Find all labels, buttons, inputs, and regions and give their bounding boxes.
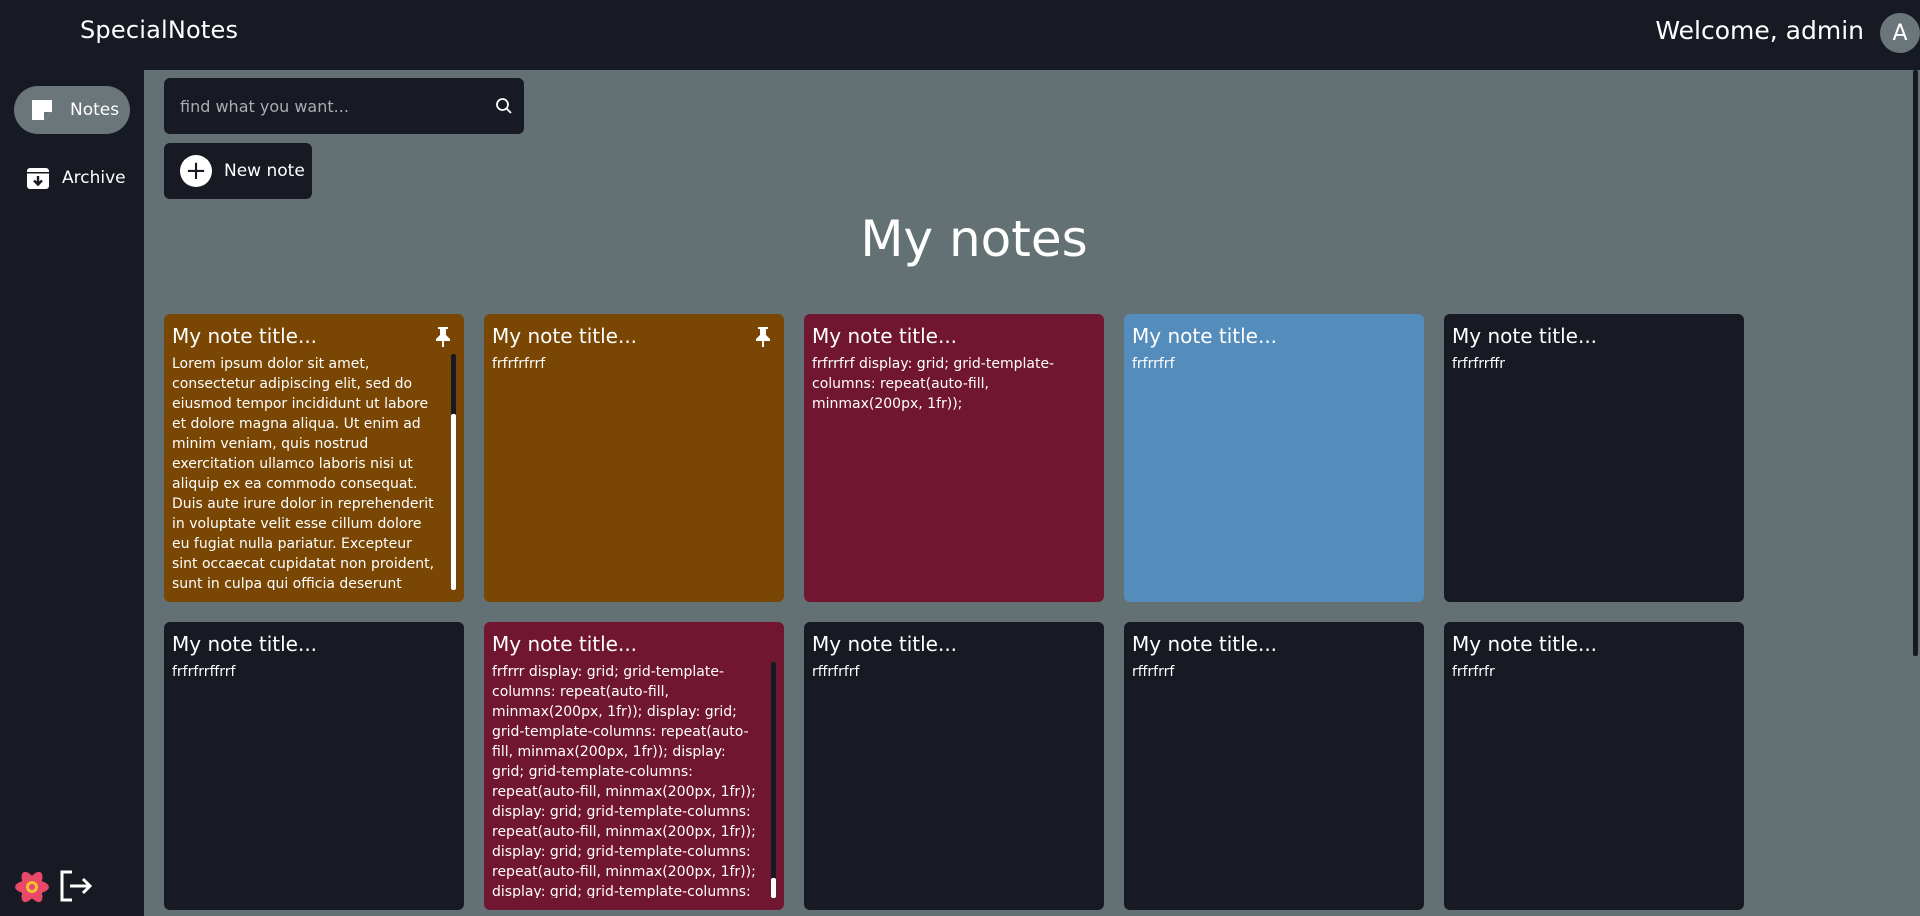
new-note-label: New note [224,161,305,181]
note-title: My note title... [1452,324,1598,348]
avatar[interactable]: A [1880,13,1920,53]
note-title: My note title... [812,632,958,656]
note-card[interactable]: My note title... frfrrr display: grid; gr… [484,622,784,910]
note-icon [28,96,56,124]
note-body: Lorem ipsum dolor sit amet, consectetur … [172,356,435,590]
sidebar-item-notes[interactable]: Notes [14,86,130,134]
welcome-text: Welcome, admin [1655,16,1864,45]
note-card[interactable]: My note title... frfrfrrffrrf [164,622,464,910]
note-body: rffrfrfrf [812,664,860,680]
new-note-button[interactable]: + New note [164,143,312,199]
note-card[interactable]: My note title... Lorem ipsum dolor sit am… [164,314,464,602]
note-body: frfrfrrffrrf [172,664,236,680]
page-title: My notes [860,210,1088,268]
top-bar: SpecialNotes Welcome, admin A [0,0,1920,70]
note-body: frfrrfrf display: grid; grid-template-co… [812,356,1055,412]
note-card[interactable]: My note title... rffrfrfrf [804,622,1104,910]
pin-icon[interactable] [434,326,452,348]
note-body: rffrfrrf [1132,664,1175,680]
search-icon[interactable] [494,96,514,116]
note-body: frfrrfrf [1132,356,1175,372]
pin-icon[interactable] [754,326,772,348]
note-scrollbar-thumb[interactable] [771,878,776,898]
sidebar-item-label: Archive [62,168,126,188]
note-card[interactable]: My note title... frfrfrfr [1444,622,1744,910]
logout-icon[interactable] [56,866,96,906]
sidebar-bottom [12,866,96,906]
react-logo-icon [12,866,52,906]
note-body: frfrfrfr [1452,664,1495,680]
note-title: My note title... [172,632,318,656]
archive-icon [24,164,52,192]
sidebar-item-label: Notes [70,100,120,120]
main-content: + New note My notes My note title... Lore… [144,70,1910,916]
note-title: My note title... [1452,632,1598,656]
note-card[interactable]: My note title... frfrrfrf display: grid; … [804,314,1104,602]
note-title: My note title... [1132,632,1278,656]
app-title[interactable]: SpecialNotes [80,16,238,44]
note-title: My note title... [1132,324,1278,348]
note-title: My note title... [492,324,638,348]
note-title: My note title... [812,324,958,348]
note-title: My note title... [172,324,318,348]
note-body: frfrfrfrrf [492,356,546,372]
sidebar-item-archive[interactable]: Archive [14,154,130,202]
sidebar: Notes Archive [0,70,144,916]
note-body: frfrrr display: grid; grid-template-colu… [492,664,756,898]
note-card[interactable]: My note title... frfrfrfrrf [484,314,784,602]
note-card[interactable]: My note title... rffrfrrf [1124,622,1424,910]
plus-icon: + [180,155,212,187]
note-scrollbar[interactable] [771,662,776,898]
note-title: My note title... [492,632,638,656]
notes-grid: My note title... Lorem ipsum dolor sit am… [164,314,1744,910]
page-scrollbar-thumb[interactable] [1913,70,1918,656]
note-card[interactable]: My note title... frfrfrrffr [1444,314,1744,602]
search-box [164,78,524,134]
note-card[interactable]: My note title... frfrrfrf [1124,314,1424,602]
search-input[interactable] [164,78,484,134]
note-body: frfrfrrffr [1452,356,1505,372]
note-scrollbar-thumb[interactable] [451,414,456,590]
